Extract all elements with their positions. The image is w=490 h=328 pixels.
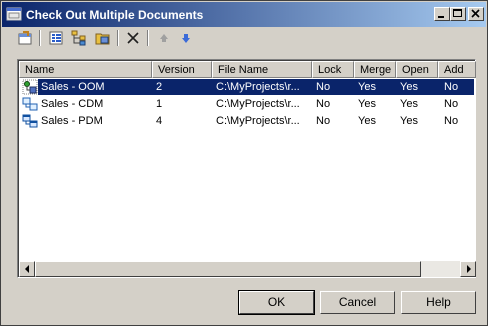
column-header-merge[interactable]: Merge	[354, 61, 396, 78]
column-header-lock[interactable]: Lock	[312, 61, 354, 78]
select-tree-button[interactable]	[69, 29, 89, 47]
cell-open[interactable]: Yes	[400, 81, 418, 93]
column-header-name[interactable]: Name	[19, 61, 152, 78]
horizontal-scrollbar[interactable]	[19, 261, 476, 277]
cell-file-name: C:\MyProjects\r...	[216, 98, 300, 110]
maximize-icon	[453, 9, 462, 17]
cdm-model-icon	[22, 97, 38, 111]
cell-lock[interactable]: No	[316, 98, 330, 110]
cell-file-name: C:\MyProjects\r...	[216, 81, 300, 93]
cell-name: Sales - OOM	[41, 81, 105, 93]
toolbar	[11, 29, 311, 49]
cell-version: 4	[156, 115, 163, 127]
cell-merge[interactable]: Yes	[358, 115, 376, 127]
table-row[interactable]: Sales - OOM 2 C:\MyProjects\r... No Yes …	[19, 79, 476, 95]
toolbar-separator	[39, 30, 41, 46]
select-all-icon	[49, 31, 63, 45]
cell-add[interactable]: No	[444, 115, 458, 127]
minimize-icon	[438, 16, 444, 18]
arrow-right-icon	[467, 265, 471, 273]
cell-file-name: C:\MyProjects\r...	[216, 115, 300, 127]
maximize-button[interactable]	[450, 7, 466, 21]
documents-list[interactable]: Name Version File Name Lock Merge Open A…	[17, 59, 476, 278]
arrow-left-icon	[25, 265, 29, 273]
cell-add[interactable]: No	[444, 81, 458, 93]
scroll-left-button[interactable]	[19, 261, 35, 277]
cell-name: Sales - PDM	[41, 115, 103, 127]
list-header: Name Version File Name Lock Merge Open A…	[19, 61, 476, 78]
cell-version: 1	[156, 98, 163, 110]
properties-button[interactable]	[15, 29, 35, 47]
cell-merge[interactable]: Yes	[358, 81, 376, 93]
toolbar-separator	[147, 30, 149, 46]
select-folder-button[interactable]	[93, 29, 113, 47]
column-header-open[interactable]: Open	[396, 61, 438, 78]
window-title: Check Out Multiple Documents	[26, 8, 204, 22]
window-icon	[6, 7, 22, 21]
cell-name: Sales - CDM	[41, 98, 104, 110]
select-all-button[interactable]	[46, 29, 66, 47]
ok-button[interactable]: OK	[238, 290, 315, 315]
toolbar-separator	[117, 30, 119, 46]
cancel-button[interactable]: Cancel	[320, 291, 395, 314]
delete-button[interactable]	[123, 29, 143, 47]
title-bar[interactable]: Check Out Multiple Documents	[2, 2, 486, 27]
scroll-right-button[interactable]	[460, 261, 476, 277]
column-header-file-name[interactable]: File Name	[212, 61, 312, 78]
cell-merge[interactable]: Yes	[358, 98, 376, 110]
cell-lock[interactable]: No	[316, 115, 330, 127]
move-down-icon	[182, 34, 190, 43]
cell-open[interactable]: Yes	[400, 115, 418, 127]
cell-version: 2	[156, 81, 163, 93]
dialog-window: Check Out Multiple Documents Name Versio…	[0, 0, 488, 326]
close-button[interactable]	[468, 7, 484, 21]
properties-tool-icon	[18, 31, 32, 45]
oom-model-icon	[22, 79, 38, 95]
table-row[interactable]: Sales - PDM 4 C:\MyProjects\r... No Yes …	[19, 113, 476, 129]
column-header-add[interactable]: Add	[438, 61, 476, 78]
move-up-button[interactable]	[154, 29, 174, 47]
column-header-version[interactable]: Version	[152, 61, 212, 78]
close-icon	[471, 9, 480, 18]
cell-add[interactable]: No	[444, 98, 458, 110]
help-button[interactable]: Help	[401, 291, 476, 314]
select-tree-icon	[71, 30, 86, 46]
cell-lock[interactable]: No	[316, 81, 330, 93]
list-body: Name Version File Name Lock Merge Open A…	[18, 60, 476, 277]
pdm-model-icon	[22, 114, 38, 128]
cell-open[interactable]: Yes	[400, 98, 418, 110]
scroll-thumb[interactable]	[35, 261, 421, 277]
move-up-icon	[160, 34, 168, 42]
minimize-button[interactable]	[434, 7, 450, 21]
move-down-button[interactable]	[176, 29, 196, 47]
delete-icon	[127, 32, 139, 44]
select-folder-icon	[95, 33, 110, 45]
table-row[interactable]: Sales - CDM 1 C:\MyProjects\r... No Yes …	[19, 96, 476, 112]
